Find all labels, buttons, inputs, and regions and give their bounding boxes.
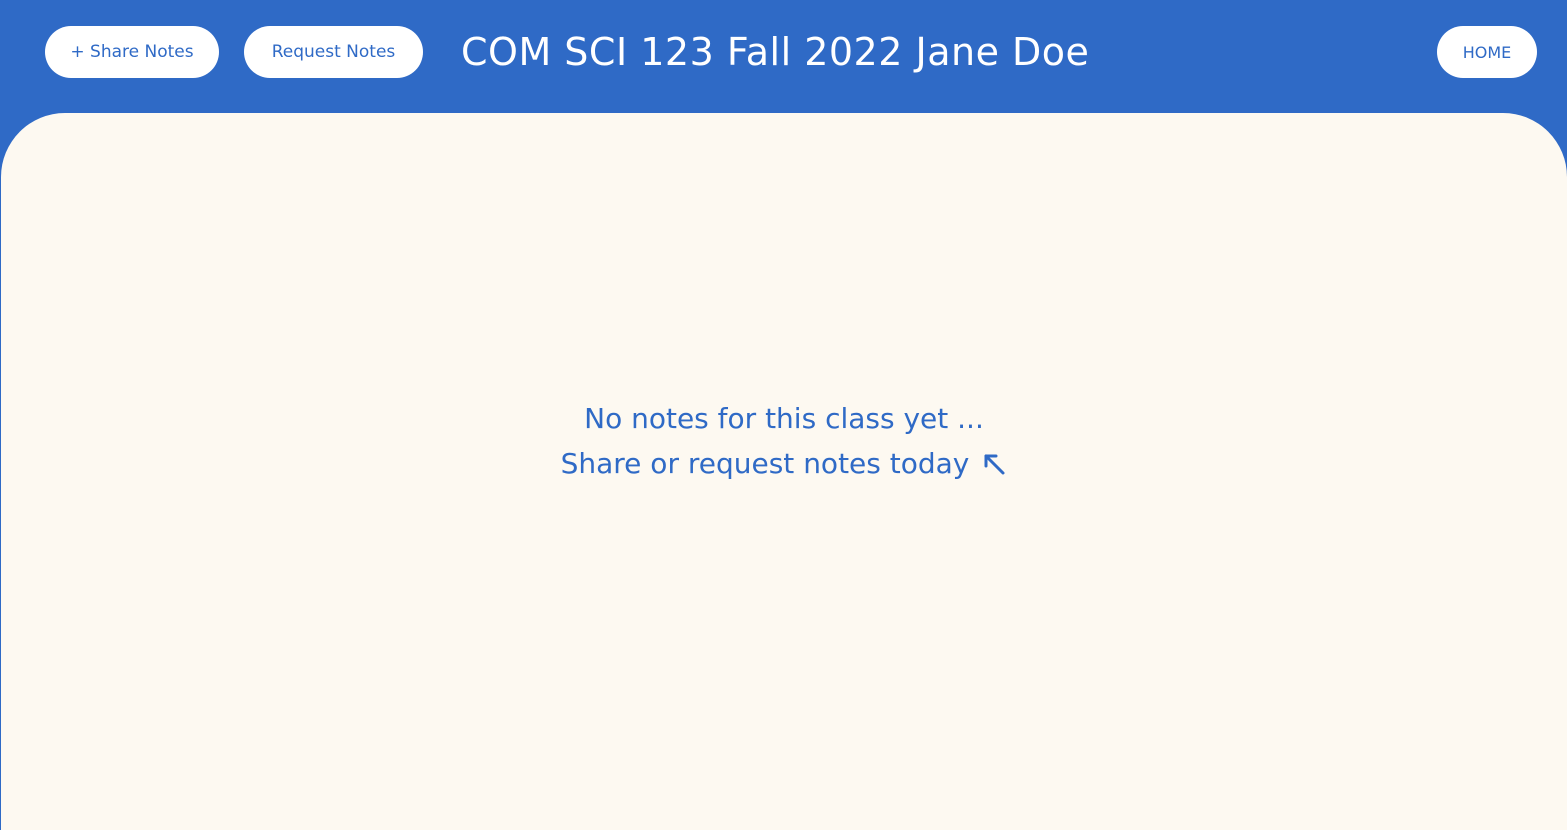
empty-state-line-1: No notes for this class yet ...: [584, 402, 984, 435]
notes-panel: No notes for this class yet ... Share or…: [1, 113, 1567, 830]
home-button[interactable]: HOME: [1437, 26, 1537, 78]
share-notes-button[interactable]: + Share Notes: [45, 26, 219, 78]
empty-state-line-2-wrap: Share or request notes today: [561, 441, 1008, 486]
arrow-up-left-icon: [984, 454, 1005, 474]
empty-state-message: No notes for this class yet ... Share or…: [1, 396, 1567, 486]
request-notes-button[interactable]: Request Notes: [244, 26, 423, 78]
page-title: COM SCI 123 Fall 2022 Jane Doe: [461, 30, 1090, 74]
header-bar: + Share Notes Request Notes COM SCI 123 …: [0, 0, 1567, 118]
empty-state-line-2: Share or request notes today: [560, 447, 970, 480]
